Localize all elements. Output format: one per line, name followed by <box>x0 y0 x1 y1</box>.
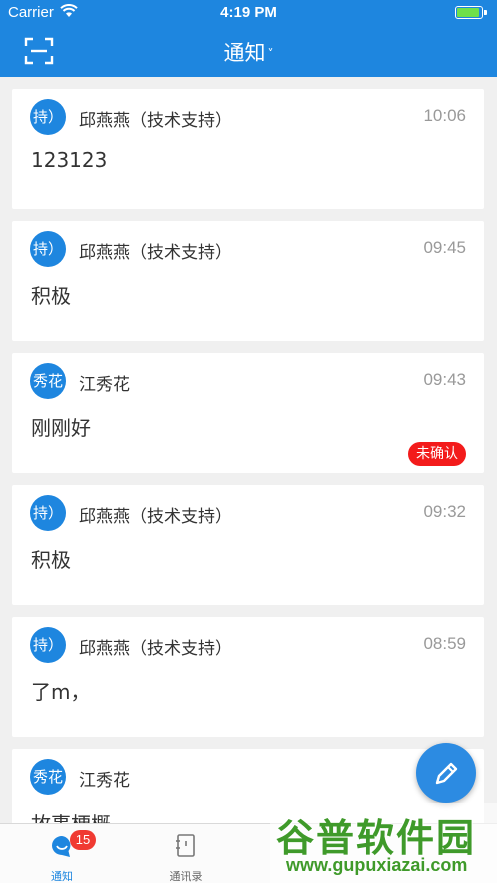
avatar: 持） <box>30 495 66 531</box>
watermark-url: www.gupuxiazai.com <box>286 855 468 875</box>
avatar: 秀花 <box>30 759 66 795</box>
chevron-down-icon: ˅ <box>267 47 274 61</box>
avatar: 持） <box>30 99 66 135</box>
compose-button[interactable] <box>416 743 476 803</box>
tab-label: 通讯录 <box>169 870 203 883</box>
notification-card[interactable]: 持） 邱燕燕（技术支持） 09:32 积极 <box>12 485 484 605</box>
sender-name: 邱燕燕（技术支持） <box>79 243 232 263</box>
pencil-icon <box>435 762 458 785</box>
avatar: 持） <box>30 231 66 267</box>
avatar: 持） <box>30 627 66 663</box>
site-watermark: 谷普软件园 www.gupuxiazai.com <box>270 803 497 883</box>
unread-count-badge: 15 <box>70 830 96 850</box>
notification-card[interactable]: 持） 邱燕燕（技术支持） 08:59 了m， <box>12 617 484 737</box>
message-text: 故事梗概 <box>31 808 111 823</box>
message-time: 09:45 <box>423 238 466 257</box>
notification-card[interactable]: 秀花 江秀花 09:43 刚刚好 未确认 <box>12 353 484 473</box>
page-title: 通知 <box>223 41 266 65</box>
message-text: 积极 <box>31 284 71 308</box>
message-text: 积极 <box>31 548 71 572</box>
message-text: 了m， <box>31 680 91 704</box>
notification-card[interactable]: 持） 邱燕燕（技术支持） 09:45 积极 <box>12 221 484 341</box>
page-title-dropdown[interactable]: 通知 ˅ <box>0 37 497 67</box>
sender-name: 邱燕燕（技术支持） <box>79 639 232 659</box>
tab-label: 通知 <box>51 870 73 883</box>
message-time: 09:43 <box>423 370 466 389</box>
message-time: 09:32 <box>423 502 466 521</box>
notification-card[interactable]: 持） 邱燕燕（技术支持） 10:06 123123 <box>12 89 484 209</box>
status-bar: Carrier 4:19 PM <box>0 0 497 26</box>
message-time: 08:59 <box>423 634 466 653</box>
message-text: 123123 <box>31 148 108 172</box>
sender-name: 邱燕燕（技术支持） <box>79 111 232 131</box>
tab-notifications[interactable]: 15 通知 <box>0 824 124 883</box>
watermark-logo-text: 谷普软件园 <box>276 816 477 860</box>
avatar: 秀花 <box>30 363 66 399</box>
message-time: 10:06 <box>423 106 466 125</box>
sender-name: 江秀花 <box>79 771 130 791</box>
tab-contacts[interactable]: 通讯录 <box>124 824 248 883</box>
top-nav-bar: 通知 ˅ <box>0 26 497 77</box>
battery-icon <box>455 6 487 19</box>
status-time: 4:19 PM <box>220 4 277 21</box>
unconfirmed-badge: 未确认 <box>408 442 466 466</box>
notification-list[interactable]: 持） 邱燕燕（技术支持） 10:06 123123 持） 邱燕燕（技术支持） 0… <box>0 77 497 823</box>
sender-name: 江秀花 <box>79 375 130 395</box>
sender-name: 邱燕燕（技术支持） <box>79 507 232 527</box>
contacts-book-icon <box>176 834 195 857</box>
message-text: 刚刚好 <box>31 416 91 440</box>
